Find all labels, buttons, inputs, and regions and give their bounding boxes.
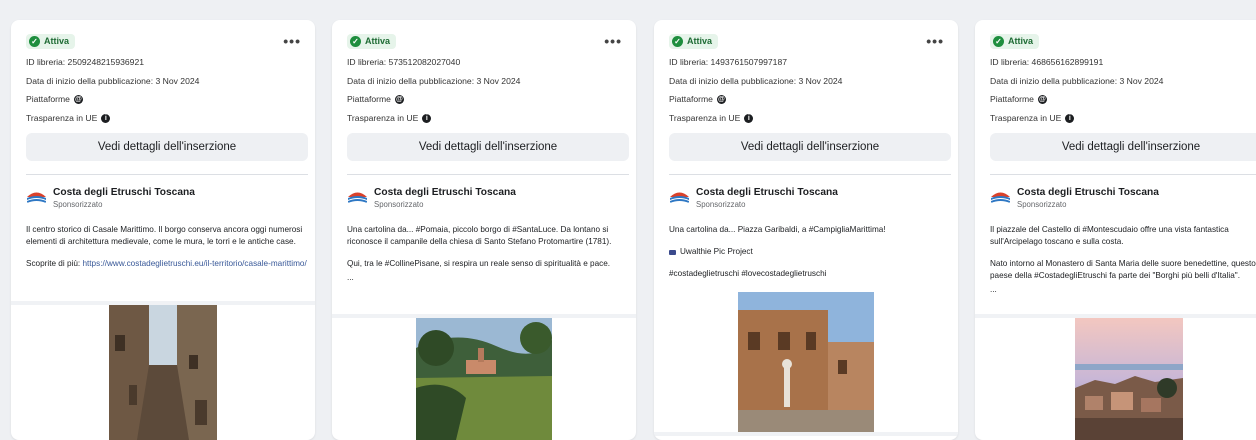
status-badge: ✓ Attiva	[347, 33, 397, 49]
start-date: Data di inizio della pubblicazione: 3 No…	[347, 75, 521, 86]
image-separator	[654, 432, 958, 436]
check-icon: ✓	[350, 35, 361, 47]
ad-card-1: ✓ Attiva ••• ID libreria: 25092482159369…	[11, 20, 315, 440]
view-details-button[interactable]: Vedi dettagli dell'inserzione	[26, 133, 308, 162]
library-id: ID libreria: 1493761507997187	[669, 57, 788, 67]
page-name[interactable]: Costa degli Etruschi Toscana	[1017, 187, 1159, 199]
platforms-label: Piattaforme	[669, 94, 713, 105]
ad-card-4: ✓ Attiva ID libreria: 468656162899191 Da…	[975, 20, 1256, 440]
ad-text: Una cartolina da... Piazza Garibaldi, a …	[669, 225, 886, 235]
library-id: ID libreria: 573512082027040	[347, 57, 461, 67]
more-options-icon[interactable]: •••	[604, 34, 622, 48]
page-header: Costa degli Etruschi Toscana Sponsorizza…	[669, 187, 946, 210]
ad-text-cta: Scoprite di più: https://www.costadeglie…	[26, 258, 312, 270]
ad-link[interactable]: https://www.costadeglietruschi.eu/il-ter…	[82, 259, 306, 268]
ad-body: Una cartolina da... #Pomaia, piccolo bor…	[347, 224, 633, 283]
transparency-label: Trasparenza in UE	[669, 112, 741, 123]
page-logo-icon[interactable]	[347, 187, 368, 209]
sponsored-label: Sponsorizzato	[696, 200, 746, 210]
transparency-label: Trasparenza in UE	[347, 112, 419, 123]
cta-prefix: Scoprite di più:	[26, 258, 83, 268]
ad-text-2: Nato intorno al Monastero di Santa Maria…	[990, 258, 1256, 280]
info-icon[interactable]: i	[744, 113, 754, 123]
divider	[26, 174, 308, 176]
check-icon: ✓	[29, 35, 40, 47]
ad-body: Una cartolina da... Piazza Garibaldi, a …	[669, 224, 955, 279]
transparency-label: Trasparenza in UE	[26, 112, 98, 123]
transparency-row: Trasparenza in UE i	[26, 109, 303, 128]
sponsored-label: Sponsorizzato	[53, 200, 103, 210]
status-label: Attiva	[44, 36, 70, 46]
medieval-alley-photo[interactable]	[109, 305, 217, 440]
ad-body: Il piazzale del Castello di #Montescudai…	[990, 224, 1256, 295]
page-header: Costa degli Etruschi Toscana Sponsorizza…	[990, 187, 1253, 210]
ad-card-2: ✓ Attiva ••• ID libreria: 57351208202704…	[332, 20, 636, 440]
credit-text: Uwalthie Pic Project	[680, 247, 753, 257]
platforms-label: Piattaforme	[990, 94, 1034, 105]
threads-icon[interactable]: @	[394, 94, 404, 104]
ad-hashtags: #costadeglietruschi #lovecostadeglietrus…	[669, 268, 827, 278]
piazza-fountain-photo[interactable]	[738, 292, 874, 432]
info-icon[interactable]: i	[101, 113, 111, 123]
info-icon[interactable]: i	[1065, 113, 1075, 123]
transparency-row: Trasparenza in UE i	[990, 109, 1253, 128]
status-label: Attiva	[687, 36, 713, 46]
ad-text-credit: Uwalthie Pic Project	[669, 246, 955, 258]
platforms-row: Piattaforme @	[669, 90, 946, 109]
info-icon[interactable]: i	[422, 113, 432, 123]
page-name[interactable]: Costa degli Etruschi Toscana	[696, 187, 838, 199]
divider	[669, 174, 951, 176]
status-label: Attiva	[365, 36, 391, 46]
threads-icon[interactable]: @	[73, 94, 83, 104]
transparency-row: Trasparenza in UE i	[669, 109, 946, 128]
check-icon: ✓	[672, 35, 683, 47]
threads-icon[interactable]: @	[1037, 94, 1047, 104]
page-logo-icon[interactable]	[990, 187, 1011, 209]
platforms-row: Piattaforme @	[26, 90, 303, 109]
platforms-row: Piattaforme @	[347, 90, 624, 109]
status-label: Attiva	[1008, 36, 1034, 46]
platforms-label: Piattaforme	[26, 94, 70, 105]
status-badge: ✓ Attiva	[669, 33, 719, 49]
page-logo-icon[interactable]	[669, 187, 690, 209]
start-date: Data di inizio della pubblicazione: 3 No…	[669, 75, 843, 86]
divider	[990, 174, 1256, 176]
threads-icon[interactable]: @	[716, 94, 726, 104]
ad-text: Il piazzale del Castello di #Montescudai…	[990, 225, 1229, 247]
library-id: ID libreria: 2509248215936921	[26, 57, 145, 67]
status-badge: ✓ Attiva	[26, 33, 76, 49]
ad-body: Il centro storico di Casale Marittimo. I…	[26, 224, 312, 269]
sunset-village-photo[interactable]	[1075, 318, 1183, 440]
start-date: Data di inizio della pubblicazione: 3 No…	[26, 75, 200, 86]
page-header: Costa degli Etruschi Toscana Sponsorizza…	[347, 187, 624, 210]
ad-text: Il centro storico di Casale Marittimo. I…	[26, 225, 303, 247]
platforms-label: Piattaforme	[347, 94, 391, 105]
ad-text-ellipsis: ...	[990, 284, 997, 294]
ad-text-ellipsis: ...	[347, 272, 354, 282]
sponsored-label: Sponsorizzato	[1017, 200, 1067, 210]
divider	[347, 174, 629, 176]
platforms-row: Piattaforme @	[990, 90, 1253, 109]
library-id: ID libreria: 468656162899191	[990, 57, 1104, 67]
transparency-row: Trasparenza in UE i	[347, 109, 624, 128]
hillside-village-photo[interactable]	[416, 318, 552, 440]
status-badge: ✓ Attiva	[990, 33, 1040, 49]
view-details-button[interactable]: Vedi dettagli dell'inserzione	[990, 133, 1256, 162]
page-name[interactable]: Costa degli Etruschi Toscana	[374, 187, 516, 199]
start-date: Data di inizio della pubblicazione: 3 No…	[990, 75, 1164, 86]
check-icon: ✓	[993, 35, 1004, 47]
view-details-button[interactable]: Vedi dettagli dell'inserzione	[347, 133, 629, 162]
page-name[interactable]: Costa degli Etruschi Toscana	[53, 187, 195, 199]
page-logo-icon[interactable]	[26, 187, 47, 209]
page-header: Costa degli Etruschi Toscana Sponsorizza…	[26, 187, 303, 210]
view-details-button[interactable]: Vedi dettagli dell'inserzione	[669, 133, 951, 162]
ad-card-3: ✓ Attiva ••• ID libreria: 14937615079971…	[654, 20, 958, 440]
ad-text: Una cartolina da... #Pomaia, piccolo bor…	[347, 225, 612, 247]
ad-text-2: Qui, tra le #CollinePisane, si respira u…	[347, 258, 611, 268]
more-options-icon[interactable]: •••	[926, 34, 944, 48]
sponsored-label: Sponsorizzato	[374, 200, 424, 210]
more-options-icon[interactable]: •••	[283, 34, 301, 48]
camera-icon	[669, 249, 676, 255]
transparency-label: Trasparenza in UE	[990, 112, 1062, 123]
